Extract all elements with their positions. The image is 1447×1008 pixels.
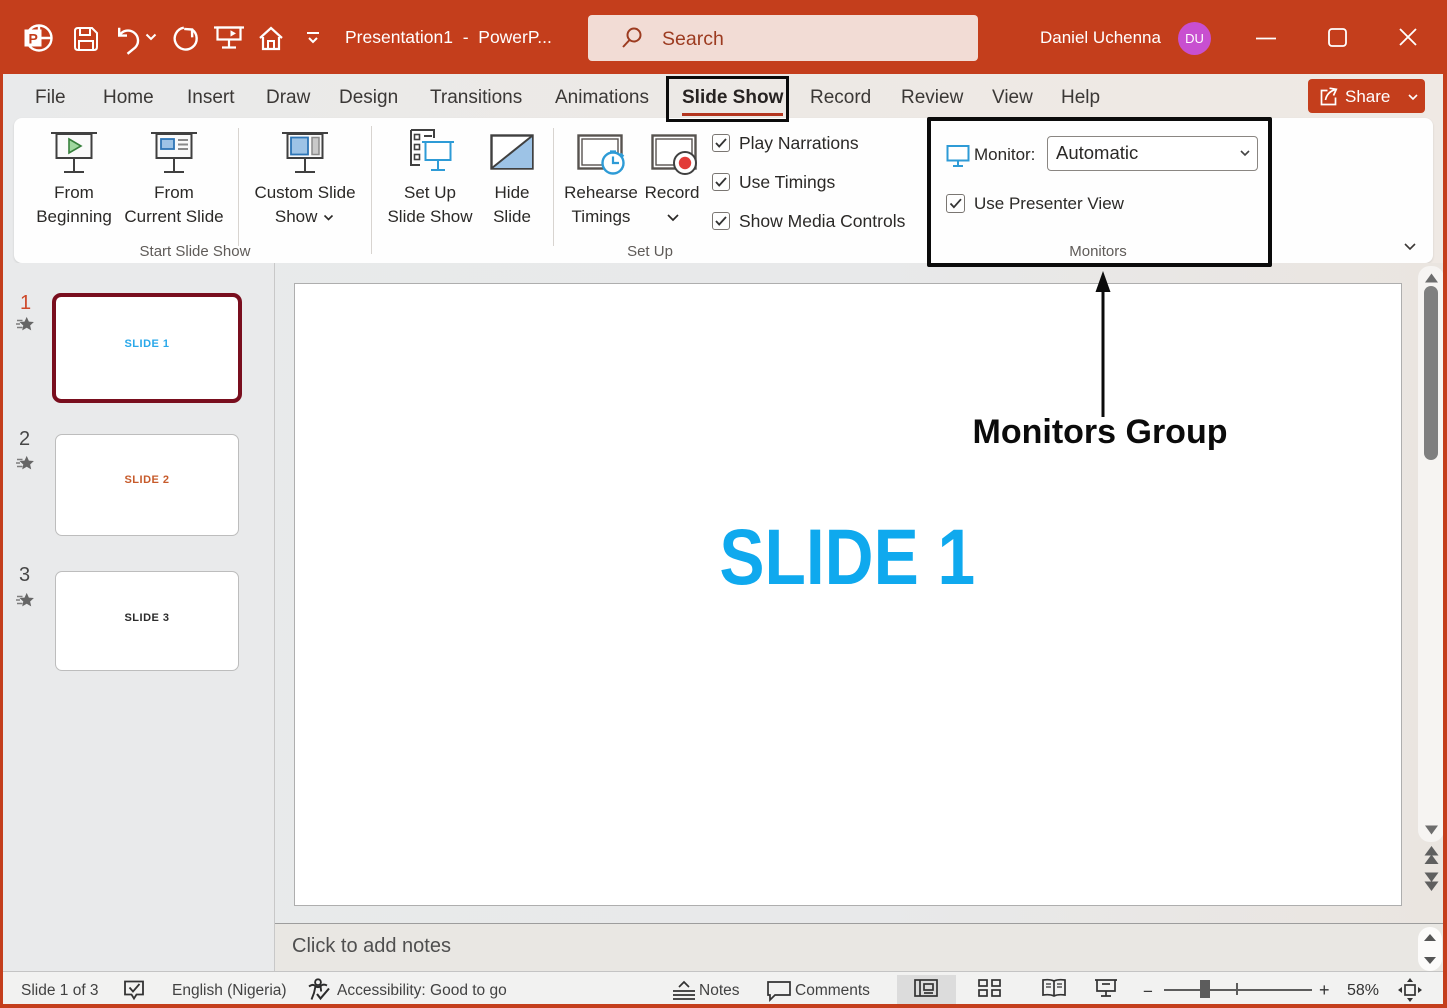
svg-text:P: P <box>29 31 38 47</box>
